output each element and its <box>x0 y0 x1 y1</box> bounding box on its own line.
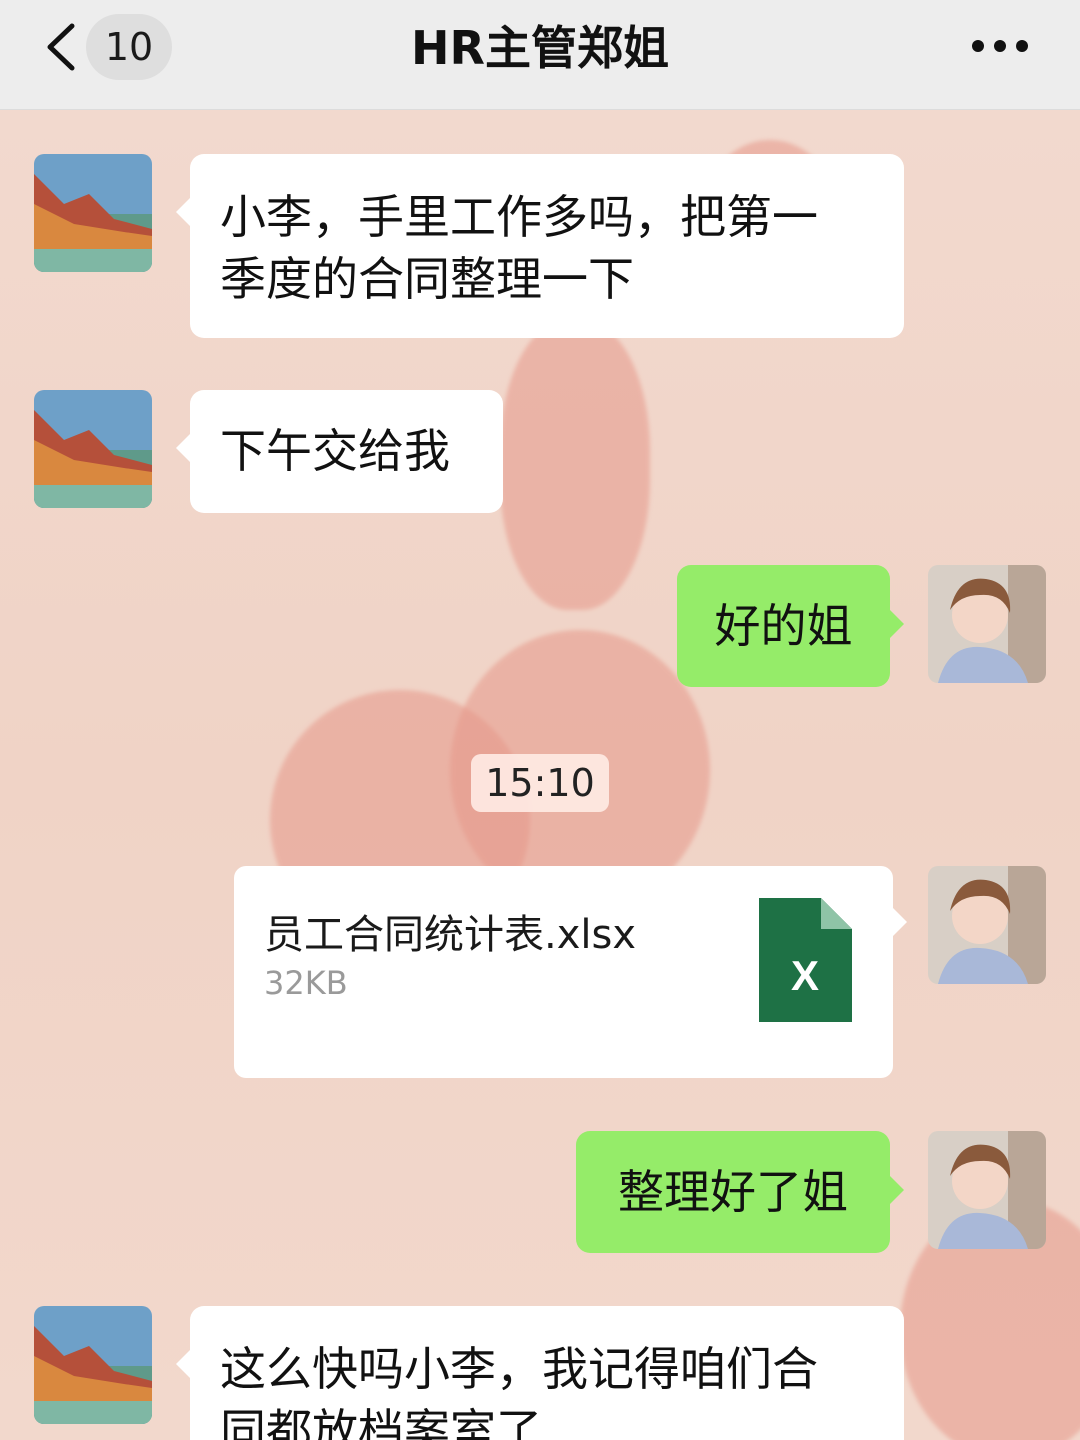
nav-bar: 10 HR主管郑姐 <box>0 0 1080 110</box>
message-text: 好的姐 <box>714 599 853 653</box>
file-message[interactable]: 员工合同统计表.xlsx 32KB X <box>234 866 893 1078</box>
timestamp: 15:10 <box>471 754 609 812</box>
avatar-landscape[interactable] <box>34 390 152 508</box>
bubble-tail <box>890 610 904 638</box>
bubble-tail <box>893 908 907 936</box>
file-size: 32KB <box>264 964 348 1002</box>
avatar-user[interactable] <box>928 866 1046 984</box>
message-bubble-sent[interactable]: 好的姐 <box>677 565 890 687</box>
bubble-tail <box>176 198 190 226</box>
message-text: 下午交给我 <box>220 424 450 478</box>
message-text: 季度的合同整理一下 <box>220 252 634 306</box>
bubble-tail <box>890 1176 904 1204</box>
message-text: 整理好了姐 <box>618 1165 848 1219</box>
message-bubble-received[interactable]: 小李，手里工作多吗，把第一 季度的合同整理一下 <box>190 154 904 338</box>
message-bubble-received[interactable]: 下午交给我 <box>190 390 503 513</box>
message-text: 小李，手里工作多吗，把第一 <box>220 190 818 244</box>
message-bubble-sent[interactable]: 整理好了姐 <box>576 1131 890 1253</box>
avatar-user[interactable] <box>928 565 1046 683</box>
message-text: 这么快吗小李，我记得咱们合 <box>220 1342 818 1396</box>
more-dots-icon[interactable] <box>972 40 1028 54</box>
message-bubble-received[interactable]: 这么快吗小李，我记得咱们合 同都放档案室了 <box>190 1306 904 1440</box>
excel-file-icon: X <box>759 898 852 1022</box>
bubble-tail <box>176 1350 190 1378</box>
avatar-user[interactable] <box>928 1131 1046 1249</box>
bubble-tail <box>176 434 190 462</box>
excel-letter: X <box>791 952 819 999</box>
avatar-landscape[interactable] <box>34 154 152 272</box>
chat-title: HR主管郑姐 <box>411 21 669 75</box>
message-text: 同都放档案室了 <box>220 1404 542 1440</box>
file-name: 员工合同统计表.xlsx <box>264 912 637 958</box>
avatar-landscape[interactable] <box>34 1306 152 1424</box>
